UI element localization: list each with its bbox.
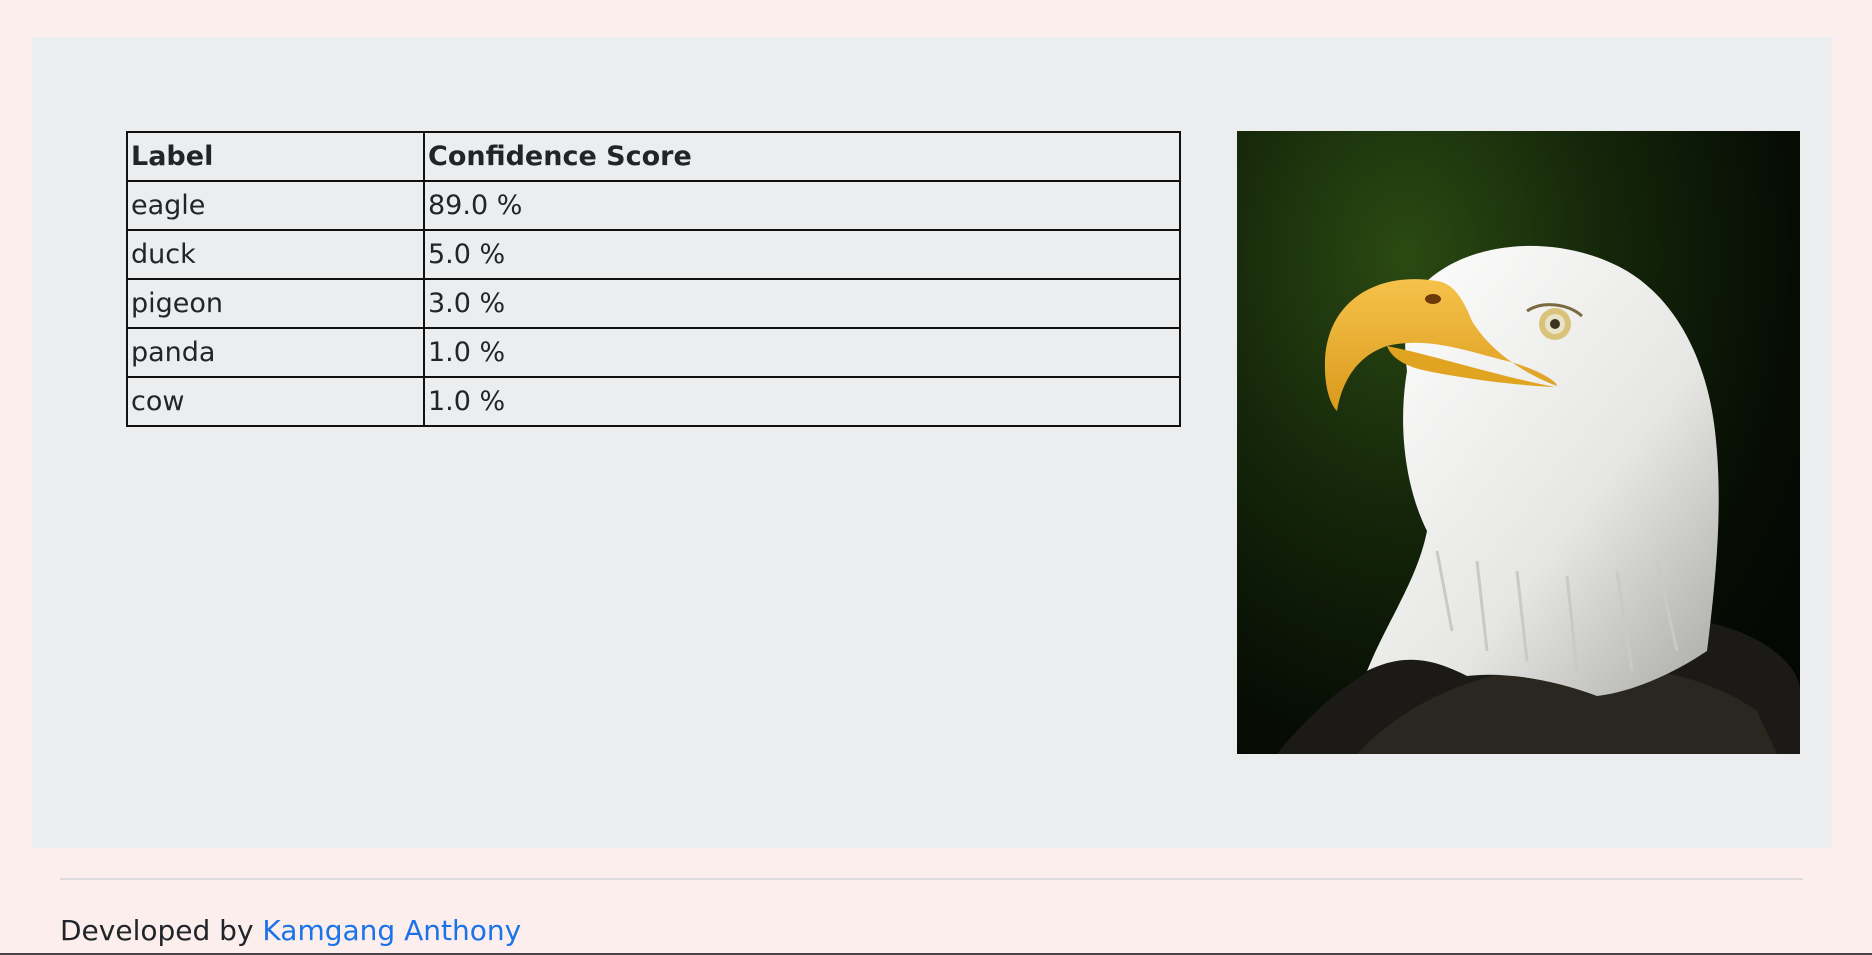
table-row: panda 1.0 % <box>126 327 1181 378</box>
results-panel: Label Confidence Score eagle 89.0 % duck… <box>32 37 1832 848</box>
table-row: pigeon 3.0 % <box>126 278 1181 329</box>
table-row: cow 1.0 % <box>126 376 1181 427</box>
footer-prefix: Developed by <box>60 914 254 947</box>
uploaded-image <box>1237 131 1800 754</box>
score-cell: 1.0 % <box>423 376 1181 427</box>
score-cell: 89.0 % <box>423 180 1181 231</box>
label-cell: panda <box>126 327 425 378</box>
score-cell: 5.0 % <box>423 229 1181 280</box>
label-cell: eagle <box>126 180 425 231</box>
footer-divider <box>60 878 1803 880</box>
footer: Developed by Kamgang Anthony <box>60 914 521 947</box>
score-cell: 3.0 % <box>423 278 1181 329</box>
table-header-row: Label Confidence Score <box>126 131 1181 182</box>
label-cell: pigeon <box>126 278 425 329</box>
label-cell: cow <box>126 376 425 427</box>
author-link[interactable]: Kamgang Anthony <box>262 914 521 947</box>
label-column-header: Label <box>126 131 425 182</box>
predictions-table: Label Confidence Score eagle 89.0 % duck… <box>126 131 1181 427</box>
table-row: eagle 89.0 % <box>126 180 1181 231</box>
eagle-image <box>1277 245 1800 754</box>
score-cell: 1.0 % <box>423 327 1181 378</box>
label-cell: duck <box>126 229 425 280</box>
confidence-column-header: Confidence Score <box>423 131 1181 182</box>
table-row: duck 5.0 % <box>126 229 1181 280</box>
